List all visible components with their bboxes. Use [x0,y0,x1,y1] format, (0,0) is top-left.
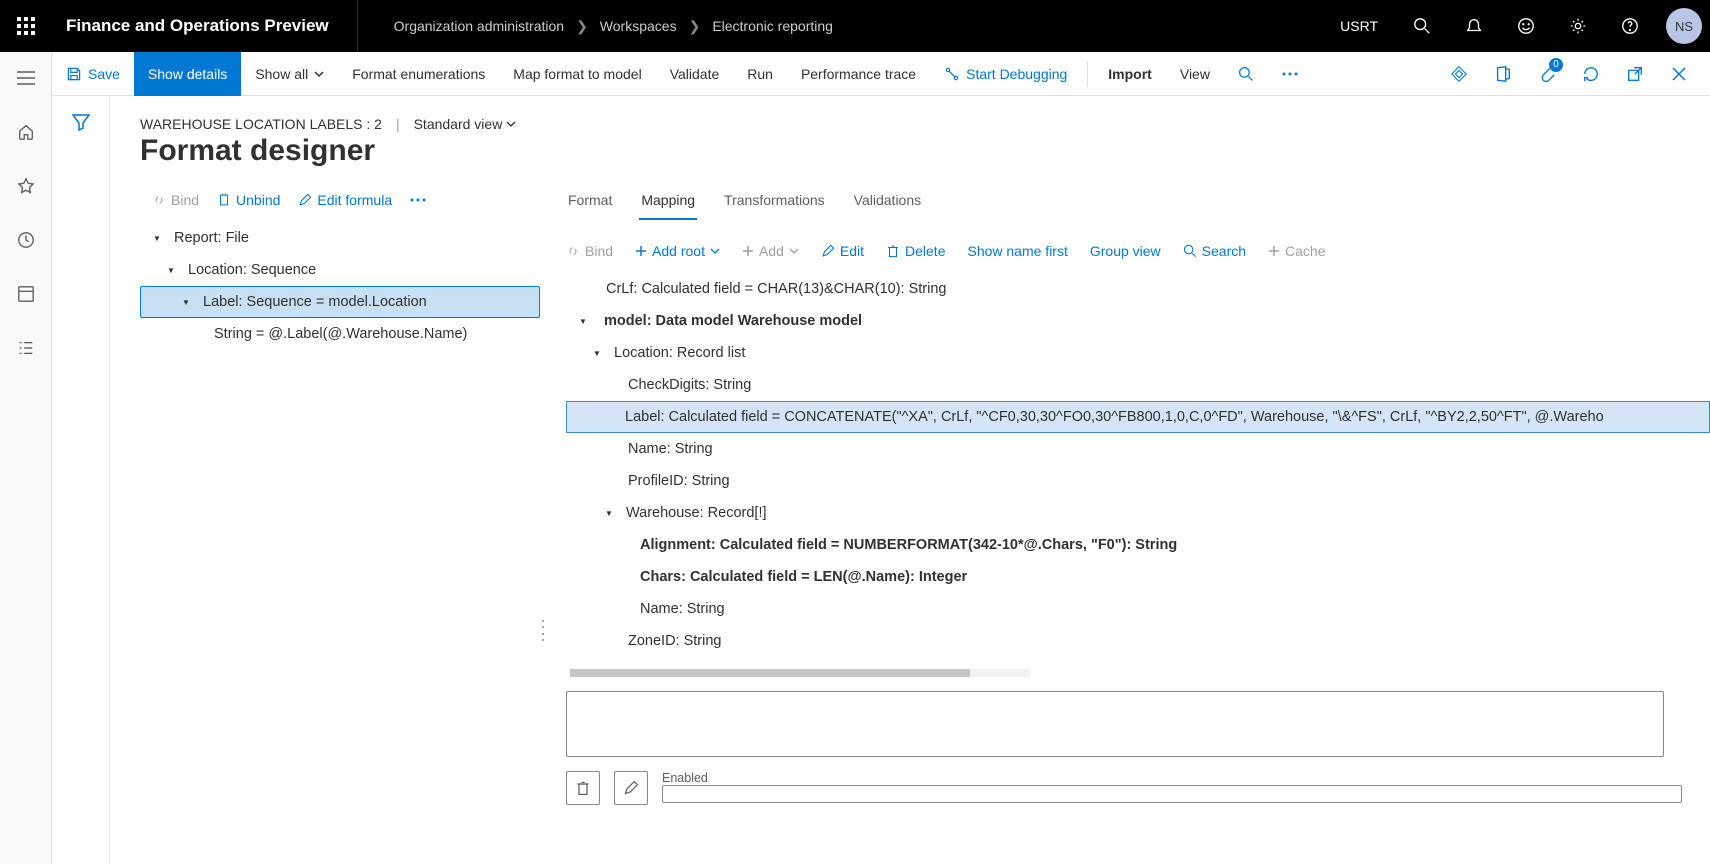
gear-icon[interactable] [1556,0,1600,52]
enabled-label: Enabled [662,771,1682,785]
home-icon[interactable] [10,116,42,148]
diamond-icon[interactable] [1440,55,1478,93]
tree-row[interactable]: String = @.Label(@.Warehouse.Name) [140,318,540,350]
overflow-button[interactable] [1268,52,1312,96]
smile-icon[interactable] [1504,0,1548,52]
map-format-button[interactable]: Map format to model [499,52,655,96]
app-title: Finance and Operations Preview [52,0,358,52]
bind-button: Bind [152,192,199,208]
chevron-right-icon: ❯ [689,18,701,35]
show-name-button[interactable]: Show name first [967,243,1067,259]
edit-formula-button[interactable] [614,771,648,805]
tree-row[interactable]: Name: String [566,593,1710,625]
expression-textarea[interactable] [566,691,1664,757]
modules-icon[interactable] [10,332,42,364]
start-debug-button[interactable]: Start Debugging [930,52,1081,96]
caret-down-icon[interactable]: ▼ [150,234,164,243]
attach-icon[interactable]: 0 [1528,55,1566,93]
add-root-button[interactable]: Add root [635,243,720,259]
enabled-input[interactable] [662,785,1682,803]
tree-row[interactable]: ▼ Location: Sequence [140,254,540,286]
search-button[interactable]: Search [1183,243,1246,259]
caret-down-icon[interactable]: ▼ [590,349,604,358]
search-icon[interactable] [1400,0,1444,52]
breadcrumb: Organization administration ❯ Workspaces… [358,18,833,35]
edit-formula-button[interactable]: Edit formula [298,192,392,208]
show-all-label: Show all [255,66,308,82]
breadcrumb-item[interactable]: Organization administration [394,18,564,34]
popout-icon[interactable] [1616,55,1654,93]
tab-validations[interactable]: Validations [852,186,923,220]
tab-transformations[interactable]: Transformations [722,186,827,220]
bell-icon[interactable] [1452,0,1496,52]
show-details-label: Show details [148,66,227,82]
save-label: Save [88,66,120,82]
tree-row[interactable]: Alignment: Calculated field = NUMBERFORM… [566,529,1710,561]
page-title: Format designer [140,134,1710,168]
tree-row[interactable]: Chars: Calculated field = LEN(@.Name): I… [566,561,1710,593]
star-icon[interactable] [10,170,42,202]
tree-row[interactable]: ZoneID: String [566,625,1710,657]
tree-row[interactable]: ▼ Report: File [140,222,540,254]
add-button: Add [742,243,799,259]
divider: | [396,116,400,132]
unbind-button[interactable]: Unbind [217,192,280,208]
tree-row[interactable]: ProfileID: String [566,465,1710,497]
caret-down-icon[interactable]: ▼ [576,317,590,326]
tree-row[interactable]: CheckDigits: String [566,369,1710,401]
mapping-tree: CrLf: Calculated field = CHAR(13)&CHAR(1… [566,273,1710,657]
caret-down-icon[interactable]: ▼ [602,509,616,518]
avatar[interactable]: NS [1666,8,1702,44]
delete-formula-button[interactable] [566,771,600,805]
perf-trace-button[interactable]: Performance trace [787,52,930,96]
filter-icon[interactable] [71,112,91,864]
delete-button[interactable]: Delete [886,243,945,259]
horizontal-scrollbar[interactable] [570,669,1030,677]
show-all-button[interactable]: Show all [241,52,338,96]
format-enum-button[interactable]: Format enumerations [338,52,499,96]
company-label[interactable]: USRT [1326,18,1392,34]
view-button[interactable]: View [1166,52,1224,96]
close-icon[interactable] [1660,55,1698,93]
caret-down-icon[interactable]: ▼ [179,298,193,307]
tree-row[interactable]: ▼ Label: Sequence = model.Location [140,286,540,318]
help-icon[interactable] [1608,0,1652,52]
run-button[interactable]: Run [733,52,787,96]
show-details-button[interactable]: Show details [134,52,241,96]
tree-row[interactable]: Name: String [566,433,1710,465]
waffle-icon[interactable] [0,0,52,52]
tab-mapping[interactable]: Mapping [639,186,697,220]
workspace-icon[interactable] [10,278,42,310]
bind-button: Bind [566,243,613,259]
format-tree: ▼ Report: File ▼ Location: Sequence ▼ [140,222,540,350]
tree-row[interactable]: ▼ Location: Record list [566,337,1710,369]
tree-row[interactable]: Label: Calculated field = CONCATENATE("^… [566,401,1710,433]
breadcrumb-item[interactable]: Electronic reporting [712,18,833,34]
edit-button[interactable]: Edit [821,243,864,259]
import-button[interactable]: Import [1094,52,1166,96]
find-button[interactable] [1224,52,1268,96]
tree-row[interactable]: CrLf: Calculated field = CHAR(13)&CHAR(1… [566,273,1710,305]
breadcrumb-item[interactable]: Workspaces [600,18,677,34]
separator [1087,61,1088,87]
splitter-handle[interactable] [540,456,548,805]
context-label: WAREHOUSE LOCATION LABELS : 2 [140,116,382,132]
recent-icon[interactable] [10,224,42,256]
menu-icon[interactable] [10,62,42,94]
tree-row[interactable]: ▼ model: Data model Warehouse model [566,305,1710,337]
caret-down-icon[interactable]: ▼ [164,266,178,275]
view-selector[interactable]: Standard view [414,116,517,132]
group-view-button[interactable]: Group view [1090,243,1161,259]
validate-button[interactable]: Validate [656,52,734,96]
chevron-right-icon: ❯ [576,18,588,35]
attach-badge: 0 [1549,58,1563,72]
save-button[interactable]: Save [52,52,134,96]
tab-format[interactable]: Format [566,186,614,220]
cache-button: Cache [1268,243,1325,259]
overflow-button[interactable] [410,198,426,202]
office-icon[interactable] [1484,55,1522,93]
refresh-icon[interactable] [1572,55,1610,93]
tree-row[interactable]: ▼ Warehouse: Record[!] [566,497,1710,529]
